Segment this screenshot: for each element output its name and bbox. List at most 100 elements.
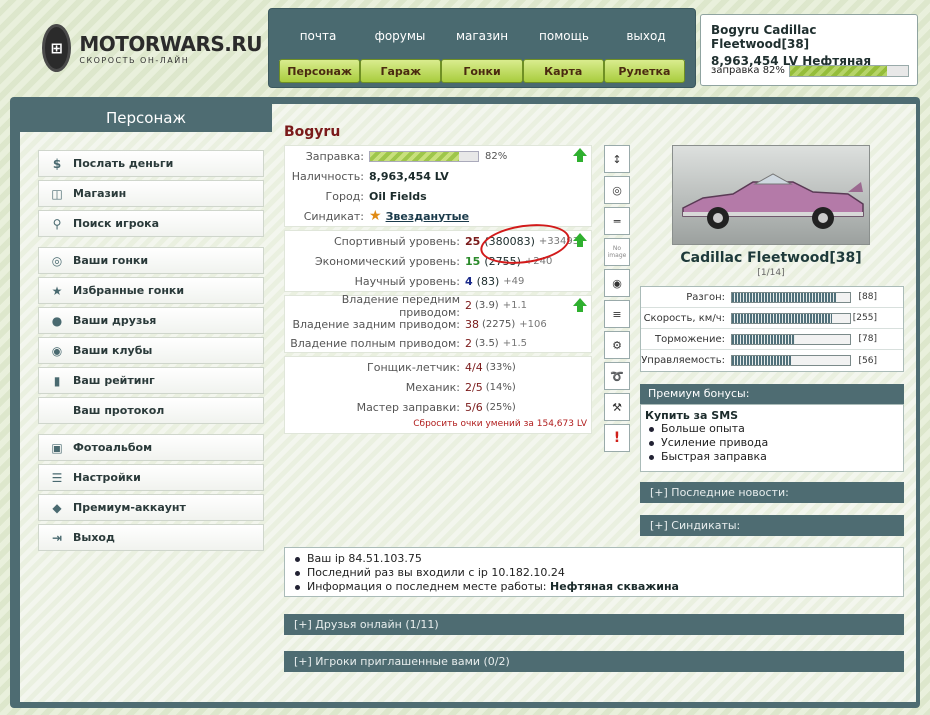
settings-icon: ☰: [51, 471, 63, 485]
menu-item-shop[interactable]: ◫ Магазин: [38, 180, 264, 207]
no-image-icon[interactable]: No image: [604, 238, 630, 266]
cable-icon[interactable]: ➰: [604, 362, 630, 390]
car-illustration: [682, 173, 864, 229]
car-image[interactable]: [672, 145, 870, 245]
premium-item-label: Больше опыта: [661, 422, 745, 435]
user-fuel-fill: [790, 66, 887, 76]
nav-button-map[interactable]: Карта: [522, 59, 604, 83]
tire-icon[interactable]: ◎: [604, 176, 630, 204]
skill-value: 4/4: [465, 360, 483, 374]
stat-bar: [731, 355, 851, 366]
menu-item-your-protocol[interactable]: Ваш протокол: [38, 397, 264, 424]
suspension-icon[interactable]: ↕: [604, 145, 630, 173]
menu-item-premium[interactable]: ◆ Премиум-аккаунт: [38, 494, 264, 521]
user-info-box: Bogyru Cadillac Fleetwood[38] 8,963,454 …: [700, 14, 918, 86]
stat-handling: Управляемость: [56]: [641, 350, 903, 371]
nav-button-roulette[interactable]: Рулетка: [603, 59, 686, 83]
last-login-info: Последний раз вы входили с ip 10.182.10.…: [295, 566, 893, 580]
stat-value: [88]: [858, 292, 877, 302]
car-name[interactable]: Cadillac Fleetwood[38]: [640, 250, 902, 266]
level-value: 25: [465, 234, 481, 248]
premium-item[interactable]: Усиление привода: [649, 436, 899, 450]
user-fuel-label: заправка 82%: [711, 65, 785, 76]
stat-bar: [731, 291, 851, 303]
nav-link-shop[interactable]: магазин: [443, 19, 521, 61]
stat-bar-fill: [732, 334, 795, 344]
premium-header: Премиум бонусы:: [640, 384, 904, 404]
car-stats: Разгон: [88] Скорость, км/ч: [255] Тормо…: [640, 286, 904, 372]
premium-title[interactable]: Купить за SMS: [645, 409, 899, 422]
latest-news-toggle[interactable]: [+] Последние новости:: [640, 482, 904, 503]
drive-points: (3.5): [475, 338, 499, 349]
drive-delta: +106: [519, 319, 547, 330]
menu-item-your-friends[interactable]: ● Ваши друзья: [38, 307, 264, 334]
skill-row-refuel: Мастер заправки: 5/6 (25%): [285, 397, 591, 417]
drive-label: Владение задним приводом:: [292, 318, 460, 331]
logo-subtitle: СКОРОСТЬ ОН-ЛАЙН: [79, 55, 190, 65]
top-buttons-row: Персонаж Гараж Гонки Карта Рулетка: [279, 59, 686, 85]
menu-item-search-player[interactable]: ⚲ Поиск игрока: [38, 210, 264, 237]
stat-acceleration: Разгон: [88]: [641, 287, 903, 308]
work-info-value: Нефтяная скважина: [550, 580, 679, 593]
brake-disc-icon[interactable]: ◉: [604, 269, 630, 297]
menu-item-label: Послать деньги: [73, 157, 174, 170]
nav-link-mail[interactable]: почта: [279, 19, 357, 61]
exhaust-icon[interactable]: ═: [604, 207, 630, 235]
top-navigation: почта форумы магазин помощь выход Персон…: [268, 8, 696, 88]
nav-link-help[interactable]: помощь: [525, 19, 603, 61]
skill-label: Мастер заправки:: [356, 400, 460, 414]
car-count: [1/14]: [757, 268, 785, 278]
fuel-up-arrow-icon[interactable]: [573, 148, 587, 162]
menu-item-photo-album[interactable]: ▣ Фотоальбом: [38, 434, 264, 461]
rating-icon: ▮: [53, 374, 61, 388]
city-value: Oil Fields: [369, 189, 427, 203]
skill-row-mechanic: Механик: 2/5 (14%): [285, 377, 591, 397]
turbo-icon[interactable]: ⚙: [604, 331, 630, 359]
site-logo[interactable]: ⊞ MOTORWARS.RU СКОРОСТЬ ОН-ЛАЙН: [42, 22, 262, 74]
friends-online-toggle[interactable]: [+] Друзья онлайн (1/11): [284, 614, 904, 635]
drive-label: Владение полным приводом:: [290, 337, 460, 350]
nav-link-forums[interactable]: форумы: [361, 19, 439, 61]
level-up-arrow-icon[interactable]: [573, 233, 587, 247]
skill-percent: (33%): [485, 361, 516, 373]
search-icon: ⚲: [52, 217, 62, 231]
nav-link-exit[interactable]: выход: [607, 19, 685, 61]
menu-item-label: Ваш рейтинг: [73, 374, 155, 387]
menu-item-settings[interactable]: ☰ Настройки: [38, 464, 264, 491]
nav-button-races[interactable]: Гонки: [441, 59, 523, 83]
user-fuel-bar: [789, 65, 909, 77]
invited-players-toggle[interactable]: [+] Игроки приглашенные вами (0/2): [284, 651, 904, 672]
premium-item[interactable]: Быстрая заправка: [649, 450, 899, 464]
tools-icon[interactable]: ⚒: [604, 393, 630, 421]
reset-skills-link[interactable]: Сбросить очки умений за 154,673 LV: [285, 417, 591, 431]
level-label: Научный уровень:: [354, 274, 460, 288]
premium-item[interactable]: Больше опыта: [649, 422, 899, 436]
skill-row-pilot: Гонщик-летчик: 4/4 (33%): [285, 357, 591, 377]
syndicates-toggle[interactable]: [+] Синдикаты:: [640, 515, 904, 536]
fuel-label: Заправка:: [305, 149, 364, 163]
menu-item-label: Выход: [73, 531, 115, 544]
user-name-car: Bogyru Cadillac Fleetwood[38]: [711, 23, 817, 51]
menu-item-your-rating[interactable]: ▮ Ваш рейтинг: [38, 367, 264, 394]
drive-row-front: Владение передним приводом: 2 (3.9) +1.1: [285, 293, 591, 319]
shock-absorber-icon[interactable]: ≡: [604, 300, 630, 328]
cash-value: 8,963,454 LV: [369, 169, 449, 183]
warning-icon[interactable]: !: [604, 424, 630, 452]
menu-item-your-clubs[interactable]: ◉ Ваши клубы: [38, 337, 264, 364]
nav-button-garage[interactable]: Гараж: [360, 59, 442, 83]
stat-bar-fill: [732, 292, 836, 302]
menu-item-send-money[interactable]: $ Послать деньги: [38, 150, 264, 177]
drive-up-arrow-icon[interactable]: [573, 298, 587, 312]
level-row-science: Научный уровень: 4 (83) +49: [285, 271, 591, 291]
nav-button-character[interactable]: Персонаж: [279, 59, 361, 83]
ip-info-text: Ваш ip 84.51.103.75: [307, 552, 422, 565]
menu-item-exit[interactable]: ⇥ Выход: [38, 524, 264, 551]
menu-item-favorite-races[interactable]: ★ Избранные гонки: [38, 277, 264, 304]
skill-value: 5/6: [465, 400, 483, 414]
syndicate-link[interactable]: Звезданутые: [386, 210, 470, 223]
menu-item-your-races[interactable]: ◎ Ваши гонки: [38, 247, 264, 274]
city-label: Город:: [325, 189, 364, 203]
drive-delta: +1.5: [502, 338, 528, 349]
fuel-percent: 82%: [485, 150, 508, 162]
stat-braking: Торможение: [78]: [641, 329, 903, 350]
